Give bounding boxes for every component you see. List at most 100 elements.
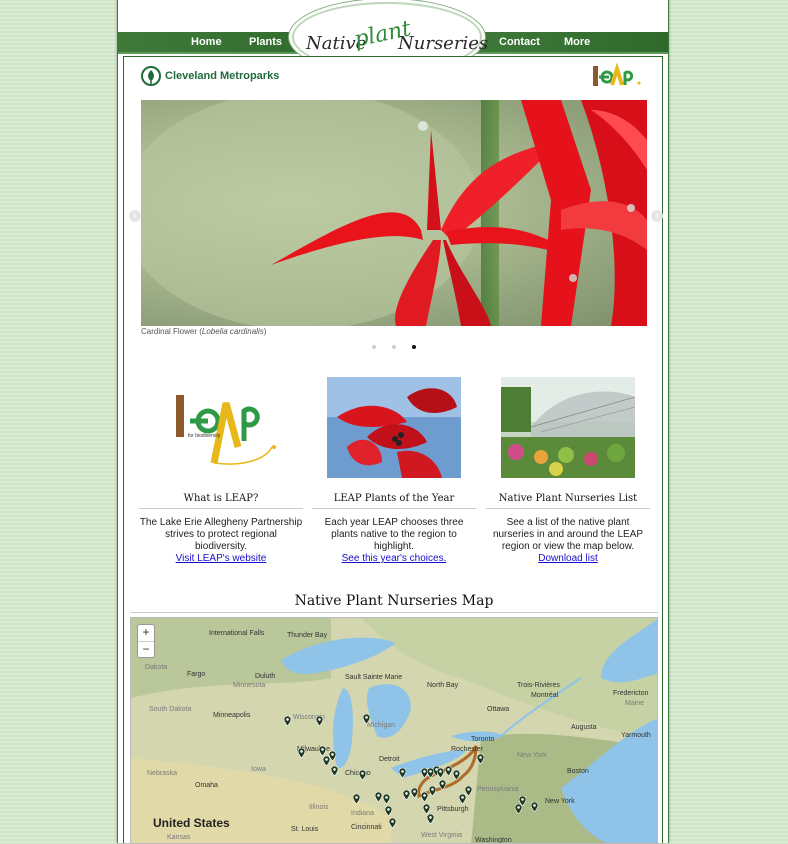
nursery-marker-icon[interactable] (284, 716, 291, 726)
map-label: Maine (625, 700, 645, 707)
map-zoom-control: + − (137, 624, 155, 658)
feature-leap-title: What is LEAP? (139, 493, 303, 509)
map-label: Fargo (187, 671, 206, 678)
slider-dot-2[interactable] (392, 345, 396, 349)
map-label: Boston (567, 768, 589, 775)
nursery-marker-icon[interactable] (477, 754, 484, 764)
nursery-marker-icon[interactable] (437, 768, 444, 778)
feature-plants-of-year: LEAP Plants of the Year Each year LEAP c… (312, 377, 476, 564)
feature-plants-title: LEAP Plants of the Year (312, 493, 476, 509)
leaf-icon (141, 66, 161, 86)
map-label: Illinois (309, 804, 329, 811)
nursery-marker-icon[interactable] (359, 770, 366, 780)
zoom-in-button[interactable]: + (138, 625, 154, 641)
nursery-marker-icon[interactable] (399, 768, 406, 778)
leap-logo-image[interactable]: for biodiversity (154, 377, 288, 478)
nursery-marker-icon[interactable] (427, 814, 434, 824)
map-label: Montréal (531, 692, 559, 699)
nurseries-map[interactable]: + − International Falls Thunder Bay Dako… (130, 617, 658, 844)
page-container: Home Plants Contact More Native plant Nu… (117, 0, 669, 844)
map-label: Trois-Rivières (517, 682, 560, 689)
nursery-marker-icon[interactable] (385, 806, 392, 816)
map-terrain (131, 618, 657, 843)
feature-nurseries-list: Native Plant Nurseries List See a list o… (486, 377, 650, 564)
feature-nurseries-body: See a list of the native plant nurseries… (492, 517, 644, 552)
nursery-marker-icon[interactable] (319, 746, 326, 756)
map-label: International Falls (209, 630, 265, 637)
map-label: Pennsylvania (477, 786, 519, 793)
see-choices-link[interactable]: See this year's choices. (312, 553, 476, 564)
visit-leap-link[interactable]: Visit LEAP's website (139, 553, 303, 564)
nursery-marker-icon[interactable] (439, 780, 446, 790)
nursery-marker-icon[interactable] (329, 751, 336, 761)
nursery-marker-icon[interactable] (423, 804, 430, 814)
map-label: Pittsburgh (437, 806, 469, 813)
nursery-marker-icon[interactable] (421, 792, 428, 802)
cleveland-metroparks-text: Cleveland Metroparks (165, 70, 280, 82)
map-label: Yarmouth (621, 732, 651, 739)
nav-plants[interactable]: Plants (249, 36, 282, 48)
cardinal-flower-photo (141, 100, 647, 326)
nursery-marker-icon[interactable] (429, 786, 436, 796)
nursery-marker-icon[interactable] (403, 790, 410, 800)
nav-more[interactable]: More (564, 36, 590, 48)
map-label: Kansas (167, 834, 191, 841)
map-label: New York (545, 798, 575, 805)
map-label: Ottawa (487, 706, 510, 713)
map-label: Toronto (471, 736, 495, 743)
caption-prefix: Cardinal Flower ( (141, 327, 202, 336)
leap-small-logo[interactable] (590, 63, 646, 97)
slider-caption: Cardinal Flower (Lobelia cardinalis) (141, 327, 266, 336)
nursery-marker-icon[interactable] (515, 804, 522, 814)
nursery-marker-icon[interactable] (316, 716, 323, 726)
nursery-marker-icon[interactable] (375, 792, 382, 802)
map-label: Minnesota (233, 682, 266, 689)
map-label: Detroit (379, 756, 400, 763)
map-label: South Dakota (149, 706, 192, 713)
cleveland-metroparks-logo[interactable]: Cleveland Metroparks (141, 66, 279, 86)
slider-dot-1[interactable] (372, 345, 376, 349)
nursery-marker-icon[interactable] (331, 766, 338, 776)
nursery-marker-icon[interactable] (465, 786, 472, 796)
map-label-country: United States (153, 816, 230, 830)
nursery-marker-icon[interactable] (298, 748, 305, 758)
feature-nurseries-title: Native Plant Nurseries List (486, 493, 650, 509)
nursery-marker-icon[interactable] (531, 802, 538, 812)
slider-next-arrow[interactable]: › (651, 210, 663, 222)
zoom-out-button[interactable]: − (138, 641, 154, 657)
map-label: St. Louis (291, 826, 319, 833)
slider-prev-arrow[interactable]: ‹ (129, 210, 141, 222)
nav-contact[interactable]: Contact (499, 36, 540, 48)
nursery-marker-icon[interactable] (453, 770, 460, 780)
nursery-marker-icon[interactable] (363, 714, 370, 724)
nursery-marker-icon[interactable] (411, 788, 418, 798)
map-label: Augusta (571, 724, 597, 731)
map-label: Chicago (345, 770, 371, 777)
nursery-marker-icon[interactable] (445, 766, 452, 776)
red-leaves-photo[interactable] (327, 377, 461, 478)
map-label: Thunder Bay (287, 632, 328, 639)
map-label: North Bay (427, 682, 459, 689)
slider-dot-3[interactable] (412, 345, 416, 349)
map-label: Nebraska (147, 770, 177, 777)
nursery-greenhouse-photo[interactable] (501, 377, 636, 478)
nav-home[interactable]: Home (191, 36, 222, 48)
content-area: Cleveland Metroparks ‹ › Cardinal Flower… (123, 56, 663, 844)
map-label: Cincinnati (351, 824, 382, 831)
map-label: Dakota (145, 664, 168, 671)
download-list-link[interactable]: Download list (486, 553, 650, 564)
hero-slider[interactable] (141, 100, 647, 326)
map-label: West Virginia (421, 832, 462, 839)
nursery-marker-icon[interactable] (353, 794, 360, 804)
nursery-marker-icon[interactable] (389, 818, 396, 828)
map-label: Omaha (195, 782, 218, 789)
map-label: Rochester (451, 746, 483, 753)
feature-leap: for biodiversity What is LEAP? The Lake … (139, 377, 303, 564)
map-label: Iowa (251, 766, 266, 773)
map-label: Indiana (351, 810, 374, 817)
logo-word-nurseries: Nurseries (398, 33, 489, 54)
caption-suffix: ) (263, 327, 267, 336)
feature-leap-body: The Lake Erie Allegheny Partnership stri… (139, 517, 303, 552)
nursery-marker-icon[interactable] (383, 794, 390, 804)
feature-plants-body: Each year LEAP chooses three plants nati… (324, 517, 464, 552)
